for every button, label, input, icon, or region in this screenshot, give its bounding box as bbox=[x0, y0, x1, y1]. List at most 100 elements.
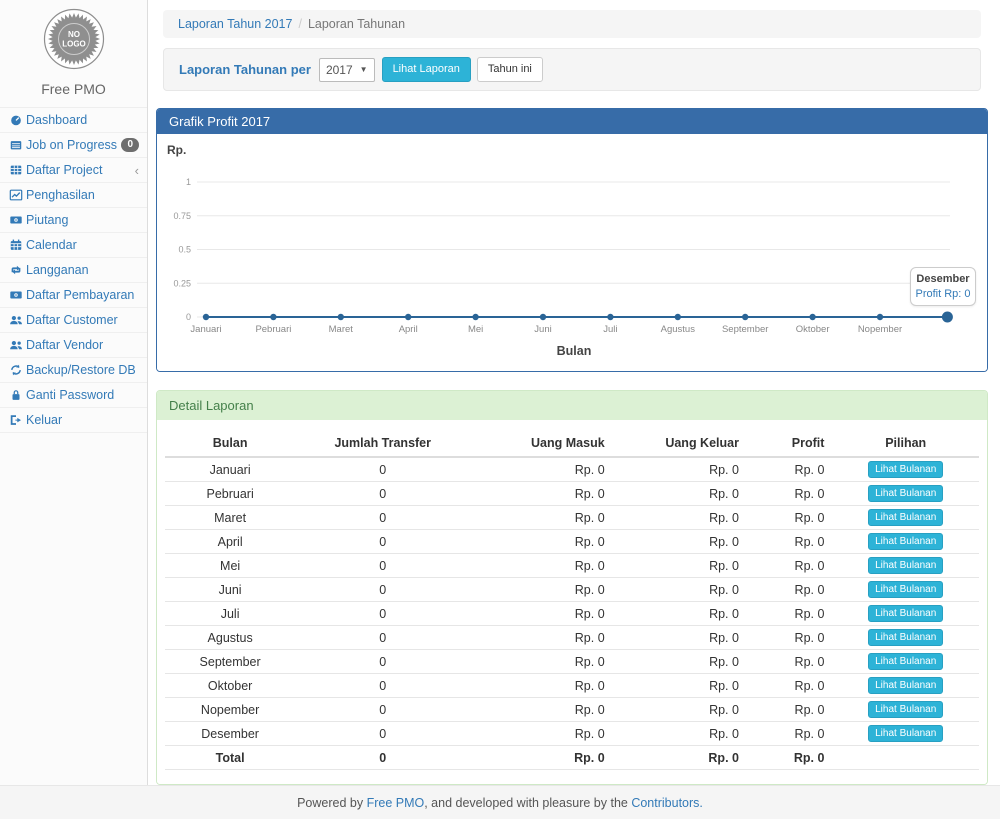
dashboard-icon bbox=[9, 113, 26, 127]
sidebar-item-daftar-pembayaran[interactable]: Daftar Pembayaran bbox=[0, 283, 147, 308]
data-point-desember[interactable] bbox=[942, 312, 953, 323]
cell-uang_keluar: Rp. 0 bbox=[613, 674, 747, 698]
sidebar-item-daftar-project[interactable]: Daftar Project‹ bbox=[0, 158, 147, 183]
x-tick-label: Mei bbox=[468, 324, 483, 335]
cell-jumlah_transfer: 0 bbox=[295, 650, 470, 674]
cell-pilihan: Lihat Bulanan bbox=[832, 674, 979, 698]
column-header-profit: Profit bbox=[747, 430, 832, 457]
cell-profit: Rp. 0 bbox=[747, 530, 832, 554]
cell-uang_masuk: Rp. 0 bbox=[470, 698, 612, 722]
data-point-maret[interactable] bbox=[338, 314, 344, 320]
line-chart-icon bbox=[9, 188, 26, 202]
total-uang_keluar: Rp. 0 bbox=[613, 746, 747, 770]
cell-bulan: Pebruari bbox=[165, 482, 295, 506]
data-point-juli[interactable] bbox=[607, 314, 613, 320]
column-header-bulan: Bulan bbox=[165, 430, 295, 457]
year-select[interactable]: 2017 ▼ bbox=[319, 58, 375, 82]
data-point-juni[interactable] bbox=[540, 314, 546, 320]
total-jumlah_transfer: 0 bbox=[295, 746, 470, 770]
cell-bulan: Desember bbox=[165, 722, 295, 746]
cell-uang_keluar: Rp. 0 bbox=[613, 482, 747, 506]
sidebar-item-penghasilan[interactable]: Penghasilan bbox=[0, 183, 147, 208]
report-table: BulanJumlah TransferUang MasukUang Kelua… bbox=[165, 430, 979, 770]
cell-uang_keluar: Rp. 0 bbox=[613, 698, 747, 722]
tahun-ini-button[interactable]: Tahun ini bbox=[477, 57, 543, 82]
x-tick-label: Juli bbox=[603, 324, 617, 335]
x-tick-label: Juni bbox=[534, 324, 551, 335]
lihat-bulanan-button[interactable]: Lihat Bulanan bbox=[868, 581, 943, 598]
sidebar-item-daftar-vendor[interactable]: Daftar Vendor bbox=[0, 333, 147, 358]
lihat-bulanan-button[interactable]: Lihat Bulanan bbox=[868, 533, 943, 550]
cell-jumlah_transfer: 0 bbox=[295, 457, 470, 482]
data-point-september[interactable] bbox=[742, 314, 748, 320]
y-tick-label: 0 bbox=[186, 312, 191, 322]
money-icon bbox=[9, 213, 26, 227]
cell-uang_keluar: Rp. 0 bbox=[613, 578, 747, 602]
chevron-down-icon: ▼ bbox=[360, 65, 368, 74]
data-point-april[interactable] bbox=[405, 314, 411, 320]
data-point-pebruari[interactable] bbox=[270, 314, 276, 320]
sidebar-item-calendar[interactable]: Calendar bbox=[0, 233, 147, 258]
data-point-oktober[interactable] bbox=[809, 314, 815, 320]
cell-jumlah_transfer: 0 bbox=[295, 578, 470, 602]
sidebar-item-piutang[interactable]: Piutang bbox=[0, 208, 147, 233]
sidebar-item-keluar[interactable]: Keluar bbox=[0, 408, 147, 433]
lihat-bulanan-button[interactable]: Lihat Bulanan bbox=[868, 509, 943, 526]
cell-pilihan: Lihat Bulanan bbox=[832, 530, 979, 554]
sidebar-item-label: Backup/Restore DB bbox=[26, 363, 136, 377]
table-row-desember: Desember0Rp. 0Rp. 0Rp. 0Lihat Bulanan bbox=[165, 722, 979, 746]
sidebar-item-dashboard[interactable]: Dashboard bbox=[0, 108, 147, 133]
cell-pilihan: Lihat Bulanan bbox=[832, 650, 979, 674]
lihat-bulanan-button[interactable]: Lihat Bulanan bbox=[868, 701, 943, 718]
breadcrumb-separator: / bbox=[298, 17, 301, 31]
lihat-bulanan-button[interactable]: Lihat Bulanan bbox=[868, 557, 943, 574]
lihat-bulanan-button[interactable]: Lihat Bulanan bbox=[868, 677, 943, 694]
logo-text-line2: LOGO bbox=[62, 40, 86, 49]
sidebar-item-ganti-password[interactable]: Ganti Password bbox=[0, 383, 147, 408]
profit-chart[interactable]: Rp.10.750.50.250JanuariPebruariMaretApri… bbox=[157, 134, 987, 371]
chevron-left-icon: ‹ bbox=[135, 164, 139, 177]
cell-uang_masuk: Rp. 0 bbox=[470, 650, 612, 674]
sidebar-item-backup-restore-db[interactable]: Backup/Restore DB bbox=[0, 358, 147, 383]
sidebar-item-label: Daftar Customer bbox=[26, 313, 118, 327]
column-header-jumlah-transfer: Jumlah Transfer bbox=[295, 430, 470, 457]
contributors-link[interactable]: Contributors. bbox=[631, 796, 703, 810]
breadcrumb-link[interactable]: Laporan Tahun 2017 bbox=[178, 17, 292, 31]
cell-pilihan: Lihat Bulanan bbox=[832, 626, 979, 650]
lihat-bulanan-button[interactable]: Lihat Bulanan bbox=[868, 461, 943, 478]
cell-jumlah_transfer: 0 bbox=[295, 554, 470, 578]
data-point-nopember[interactable] bbox=[877, 314, 883, 320]
free-pmo-link[interactable]: Free PMO bbox=[367, 796, 425, 810]
cell-profit: Rp. 0 bbox=[747, 554, 832, 578]
column-header-uang-masuk: Uang Masuk bbox=[470, 430, 612, 457]
lihat-bulanan-button[interactable]: Lihat Bulanan bbox=[868, 725, 943, 742]
lihat-laporan-button[interactable]: Lihat Laporan bbox=[382, 57, 471, 82]
users-icon bbox=[9, 313, 26, 327]
total-profit: Rp. 0 bbox=[747, 746, 832, 770]
main-content: Laporan Tahun 2017/Laporan Tahunan Lapor… bbox=[148, 0, 1000, 785]
table-row-agustus: Agustus0Rp. 0Rp. 0Rp. 0Lihat Bulanan bbox=[165, 626, 979, 650]
lihat-bulanan-button[interactable]: Lihat Bulanan bbox=[868, 485, 943, 502]
y-axis-label: Rp. bbox=[167, 143, 186, 157]
y-tick-label: 0.5 bbox=[178, 245, 191, 255]
sidebar-item-job-on-progress[interactable]: Job on Progress0 bbox=[0, 133, 147, 158]
sidebar-item-langganan[interactable]: Langganan bbox=[0, 258, 147, 283]
cell-uang_masuk: Rp. 0 bbox=[470, 602, 612, 626]
chart-tooltip: Desember Profit Rp: 0 bbox=[910, 267, 976, 306]
sidebar-item-daftar-customer[interactable]: Daftar Customer bbox=[0, 308, 147, 333]
table-row-nopember: Nopember0Rp. 0Rp. 0Rp. 0Lihat Bulanan bbox=[165, 698, 979, 722]
data-point-agustus[interactable] bbox=[675, 314, 681, 320]
detail-laporan-panel: Detail Laporan BulanJumlah TransferUang … bbox=[156, 390, 988, 785]
data-point-januari[interactable] bbox=[203, 314, 209, 320]
lihat-bulanan-button[interactable]: Lihat Bulanan bbox=[868, 629, 943, 646]
cell-pilihan: Lihat Bulanan bbox=[832, 482, 979, 506]
no-logo-seal-icon: NO LOGO bbox=[43, 8, 105, 70]
cell-profit: Rp. 0 bbox=[747, 674, 832, 698]
data-point-mei[interactable] bbox=[472, 314, 478, 320]
lihat-bulanan-button[interactable]: Lihat Bulanan bbox=[868, 653, 943, 670]
footer-text-middle: , and developed with pleasure by the bbox=[424, 796, 631, 810]
x-axis-label: Bulan bbox=[557, 344, 592, 358]
lihat-bulanan-button[interactable]: Lihat Bulanan bbox=[868, 605, 943, 622]
cell-uang_masuk: Rp. 0 bbox=[470, 506, 612, 530]
logo-text-line1: NO bbox=[68, 30, 80, 39]
